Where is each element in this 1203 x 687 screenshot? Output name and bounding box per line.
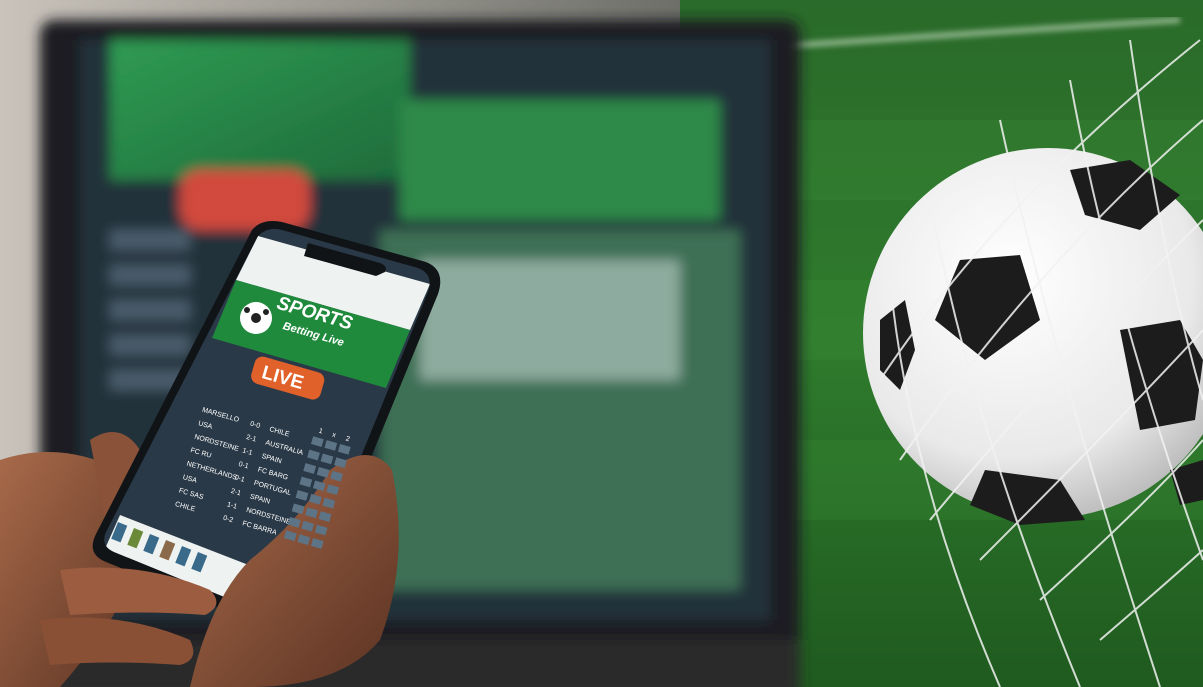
betting-promo-image: SPORTS Betting Live LIVE 1 x 2 MARSELLO 0… — [0, 0, 1203, 687]
scene — [0, 0, 1203, 687]
